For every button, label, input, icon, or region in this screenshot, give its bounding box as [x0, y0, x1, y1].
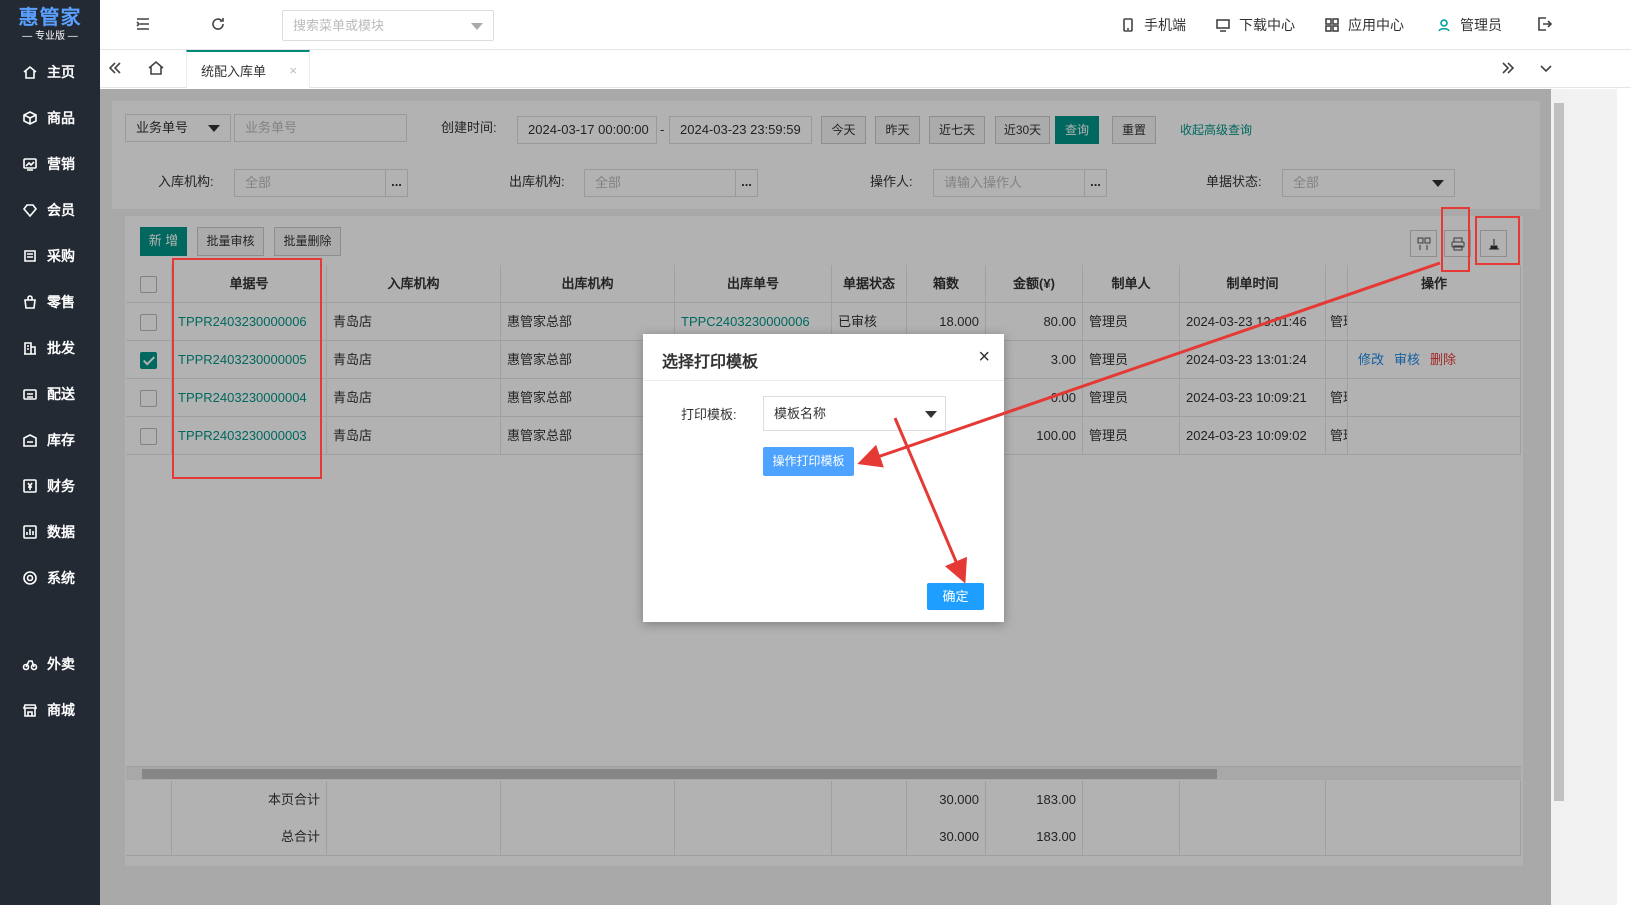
arrow-to-confirm-button	[893, 417, 968, 584]
arrow-to-operate-button	[857, 261, 1441, 468]
app-window: 惠管家 — 专业版 — 主页 商品 营销 会员 采购 零售 批发 配送 库存 财务 数据 系统 外卖 商城…	[0, 0, 1631, 905]
annotation-arrows	[857, 261, 1441, 584]
